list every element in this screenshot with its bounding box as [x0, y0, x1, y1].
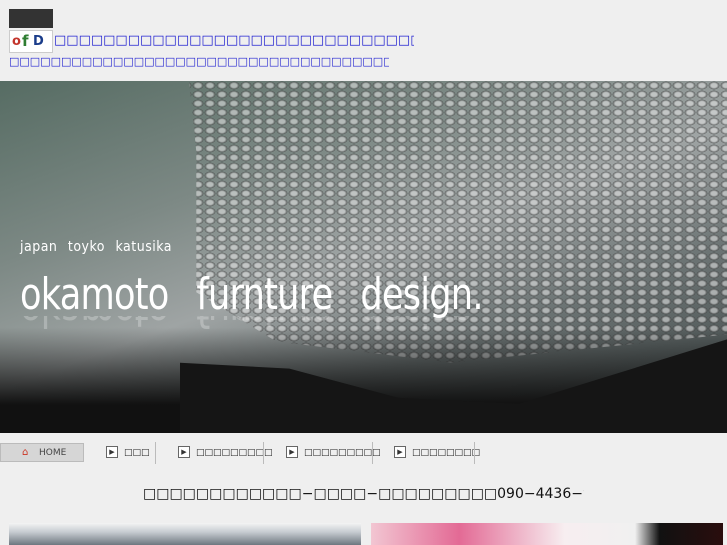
hero-brand: okamoto furnture design.	[20, 269, 484, 320]
hero-banner: japan toyko katusika okamoto furnture de…	[0, 81, 727, 433]
play-icon: ▶	[178, 445, 190, 458]
nav-item-4[interactable]: ▶ □□□□□□□□	[394, 444, 480, 462]
nav-divider	[372, 442, 373, 464]
nav-divider	[474, 442, 475, 464]
nav-divider	[155, 442, 156, 464]
nav-home-label: HOME	[39, 448, 67, 458]
site-title-link[interactable]: □□□□□□□□□□□□□□□□□□□□□□□□□□□□□□□□□□□□□□□□…	[54, 33, 414, 49]
gallery-image-2[interactable]	[371, 523, 723, 545]
play-icon: ▶	[286, 445, 298, 458]
nav-divider	[263, 442, 264, 464]
site-subtitle-link[interactable]: □□□□□□□□□□□□□□□□□□□□□□□□□□□□□□□□□□□□□□□□…	[9, 55, 389, 69]
gallery-image-1[interactable]	[9, 523, 361, 545]
hero-brand-reflection: okamoto furnture design.	[20, 316, 483, 336]
play-icon: ▶	[106, 445, 118, 458]
nav-item-3[interactable]: ▶ □□□□□□□□□	[286, 444, 381, 462]
home-icon: ⌂	[22, 447, 29, 458]
nav-item-1[interactable]: ▶ □□□	[106, 444, 150, 462]
contact-line: □□□□□□□□□□□□−□□□□−□□□□□□□□□090−4436−9722…	[143, 486, 584, 502]
ofd-logo[interactable]: ofD	[9, 30, 53, 53]
main-nav: ⌂ HOME ▶ □□□ ▶ □□□□□□□□□ ▶ □□□□□□□□□ ▶ □□□□□…	[0, 440, 727, 466]
hero-tagline: japan toyko katusika	[20, 239, 173, 255]
play-icon: ▶	[394, 445, 406, 458]
nav-item-2[interactable]: ▶ □□□□□□□□□	[178, 444, 273, 462]
top-bar	[9, 9, 53, 28]
nav-home[interactable]: ⌂ HOME	[0, 443, 84, 462]
